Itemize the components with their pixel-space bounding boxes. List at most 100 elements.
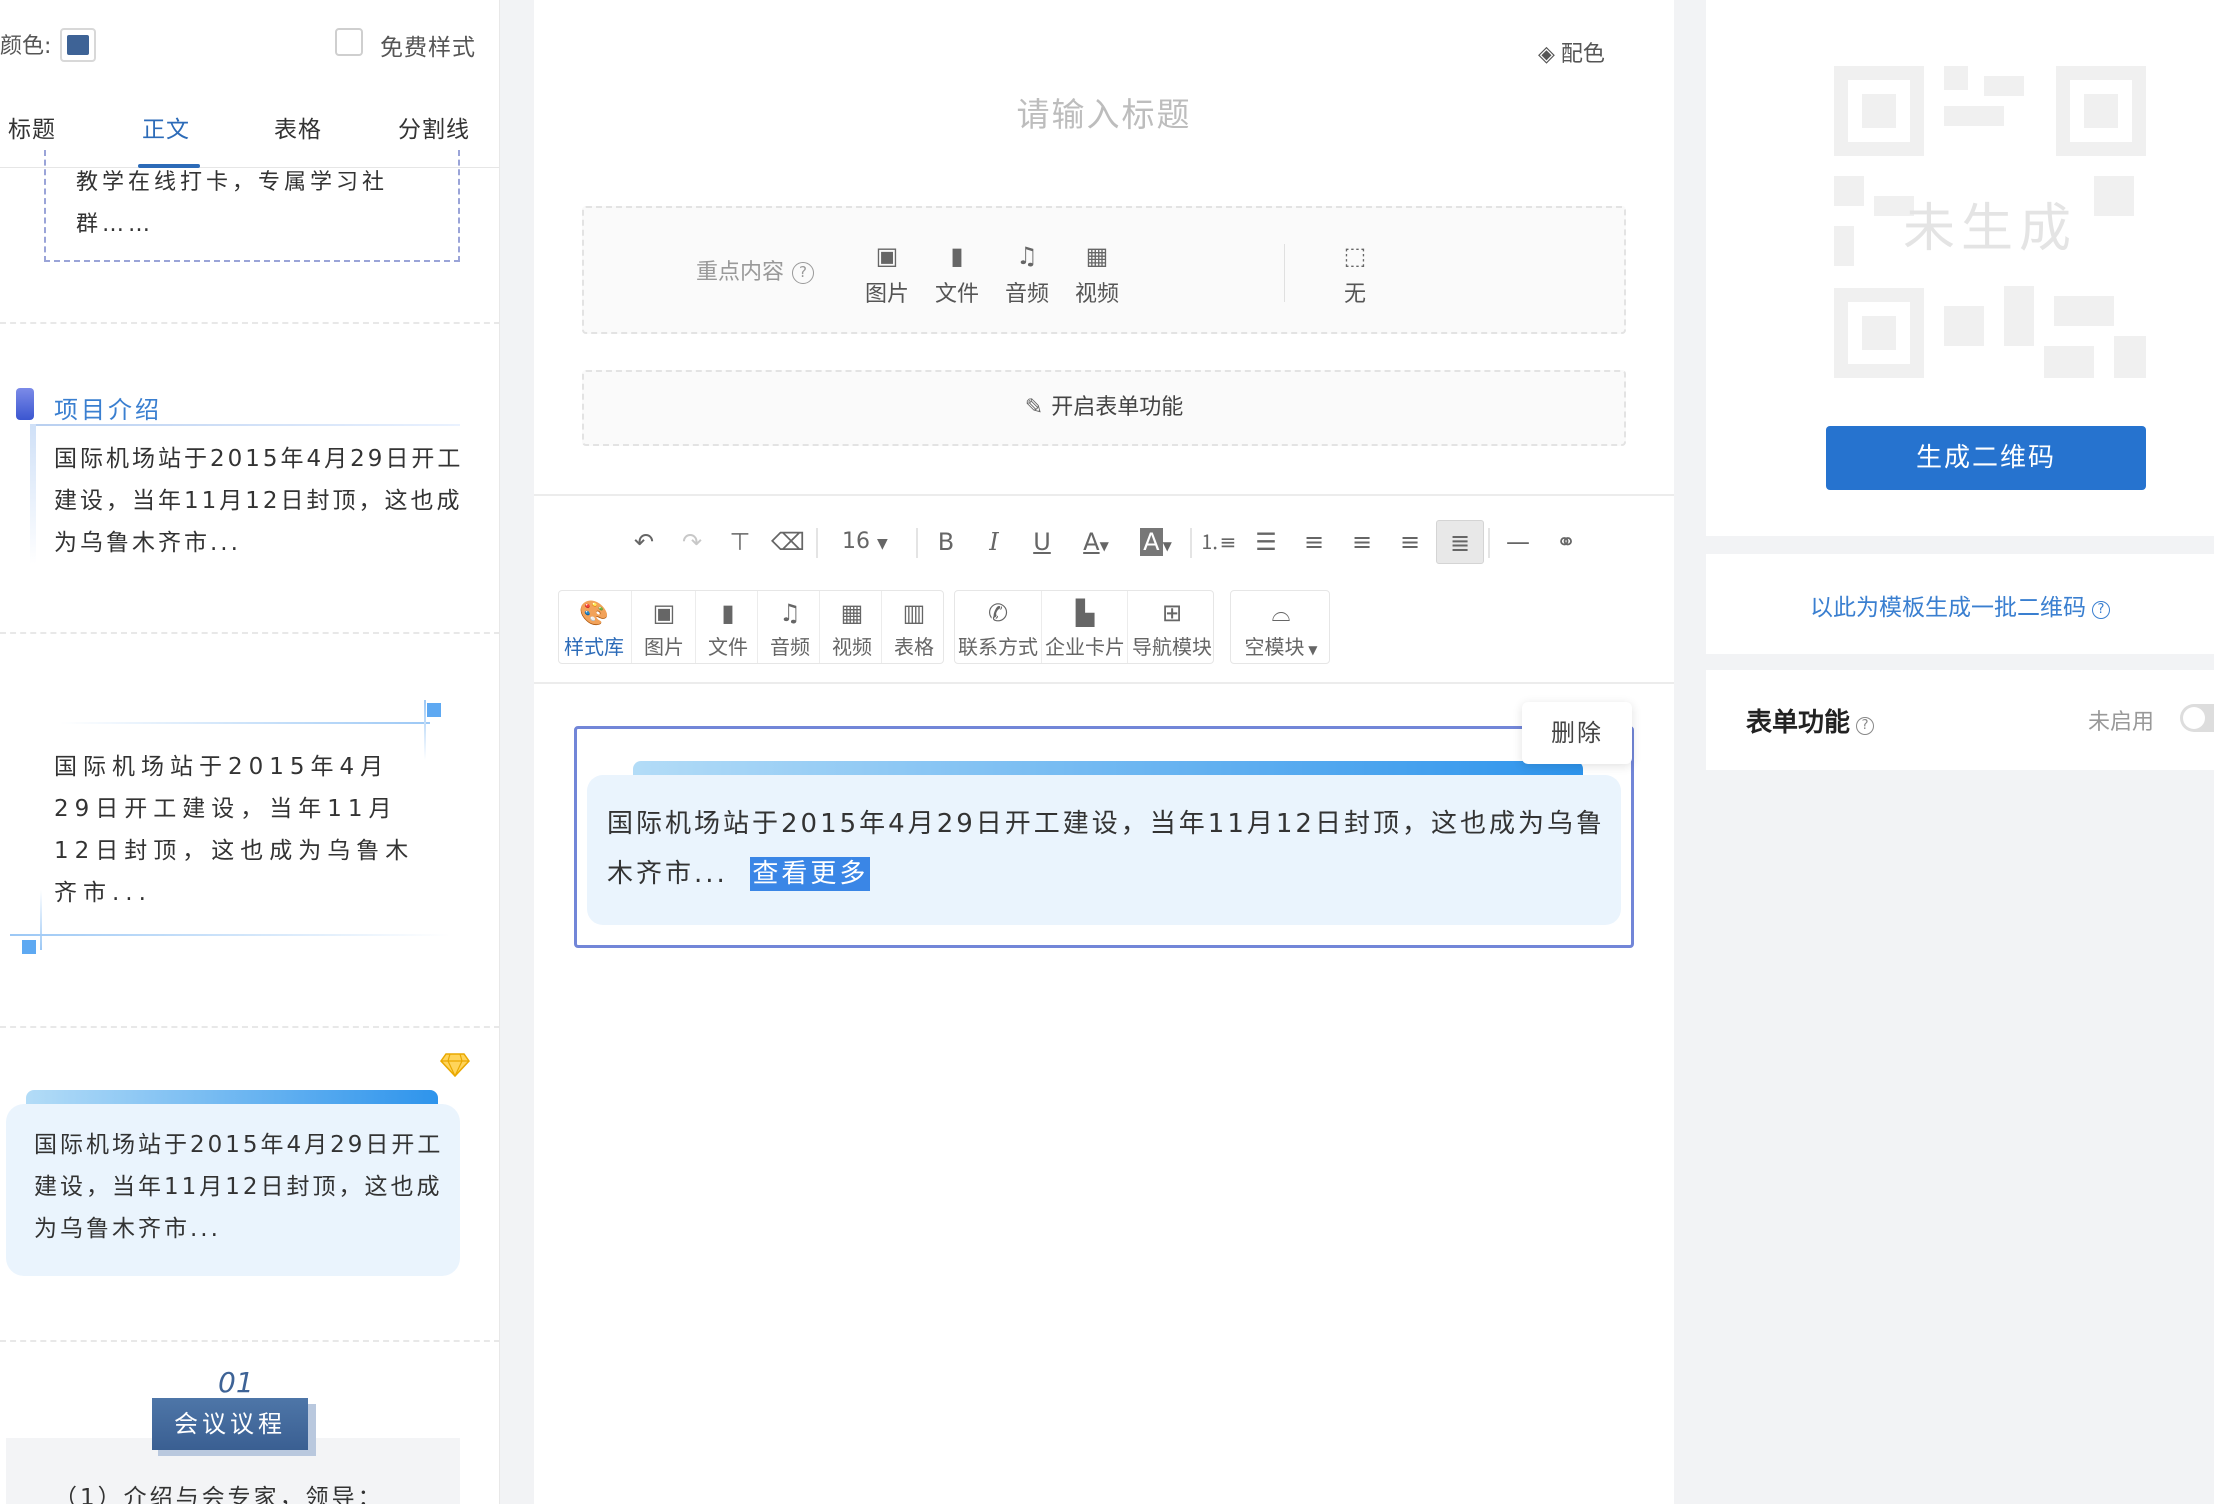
module-business-card[interactable]: ▙ 企业卡片 xyxy=(1043,591,1127,663)
table-icon: ▥ xyxy=(902,599,926,627)
batch-card: 以此为模板生成一批二维码? xyxy=(1706,554,2214,654)
color-swatch xyxy=(67,35,89,55)
highlight-color-icon[interactable]: A ▼ xyxy=(1128,520,1184,564)
free-style-label[interactable]: 免费样式 xyxy=(380,28,476,62)
batch-generate-link[interactable]: 以此为模板生成一批二维码? xyxy=(1706,588,2214,622)
undo-icon[interactable]: ↶ xyxy=(622,520,666,564)
key-audio-button[interactable]: ♫ 音频 xyxy=(992,242,1062,308)
help-icon[interactable]: ? xyxy=(2092,601,2110,619)
color-picker[interactable] xyxy=(60,28,96,62)
delete-button[interactable]: 删除 xyxy=(1522,702,1632,764)
module-style-library[interactable]: 🎨 样式库 xyxy=(559,591,629,663)
align-right-icon[interactable]: ≡ xyxy=(1388,520,1432,564)
card-divider xyxy=(0,632,499,634)
block-text[interactable]: 国际机场站于2015年4月29日开工建设，当年11月12日封顶，这也成为乌鲁木齐… xyxy=(607,799,1607,899)
enable-form-button[interactable]: ✎ 开启表单功能 xyxy=(582,370,1626,446)
video-icon: ▦ xyxy=(840,599,864,627)
title-input[interactable]: 请输入标题 xyxy=(534,88,1674,136)
module-table[interactable]: ▥ 表格 xyxy=(883,591,945,663)
style-library-panel: 颜色: 免费样式 标题 正文 表格 分割线 教学在线打卡，专属学习社群…… 项目… xyxy=(0,0,500,1504)
decor-square xyxy=(427,703,441,717)
tab-body[interactable]: 正文 xyxy=(142,110,190,144)
tab-table[interactable]: 表格 xyxy=(274,110,322,144)
image-icon: ▣ xyxy=(875,242,899,270)
style-card-text: 国际机场站于2015年4月29日开工建设，当年11月12日封顶，这也成为乌鲁木齐… xyxy=(34,1132,444,1242)
decor-line xyxy=(30,424,36,564)
editor-panel: ◈ 配色 请输入标题 重点内容? ▣ 图片 ▮ 文件 ♫ 音频 ▦ 视频 ⬚ 无 ✎ 开启表单… xyxy=(534,0,1674,1504)
grid-icon: ⊞ xyxy=(1161,599,1183,627)
qrcode-placeholder xyxy=(1834,66,2146,378)
align-center-icon[interactable]: ≡ xyxy=(1340,520,1384,564)
free-style-checkbox[interactable] xyxy=(335,28,363,56)
decor-bar xyxy=(633,761,1583,775)
section-number: 01 xyxy=(218,1366,254,1399)
bold-icon[interactable]: B xyxy=(924,520,968,564)
tab-divider[interactable]: 分割线 xyxy=(398,110,470,144)
module-contact[interactable]: ✆ 联系方式 xyxy=(955,591,1041,663)
help-icon[interactable]: ? xyxy=(1856,717,1875,735)
color-label: 颜色: xyxy=(0,34,52,59)
underline-icon[interactable]: U xyxy=(1020,520,1064,564)
module-group-basic: 🎨 样式库 ▣ 图片 ▮ 文件 ♫ 音频 ▦ 视频 ▥ 表格 xyxy=(558,590,944,664)
paint-bucket-icon: ◈ xyxy=(1538,42,1555,67)
align-left-icon[interactable]: ≡ xyxy=(1292,520,1336,564)
font-size-select[interactable]: 16 ▼ xyxy=(830,520,910,564)
font-color-icon[interactable]: A▼ xyxy=(1068,520,1124,564)
module-file[interactable]: ▮ 文件 xyxy=(697,591,759,663)
file-icon: ▮ xyxy=(950,242,964,270)
music-note-icon: ♫ xyxy=(779,599,801,627)
toggle-knob xyxy=(2183,707,2205,729)
decor-line xyxy=(424,700,426,760)
ordered-list-icon[interactable]: ⒈≡ xyxy=(1196,520,1240,564)
key-content-box: 重点内容? ▣ 图片 ▮ 文件 ♫ 音频 ▦ 视频 ⬚ 无 xyxy=(582,206,1626,334)
module-video[interactable]: ▦ 视频 xyxy=(821,591,883,663)
unordered-list-icon[interactable]: ☰ xyxy=(1244,520,1288,564)
premium-diamond-icon xyxy=(440,1053,470,1078)
divider xyxy=(916,528,918,558)
qrcode-card: 未生成 生成二维码 xyxy=(1706,0,2214,536)
module-image[interactable]: ▣ 图片 xyxy=(633,591,695,663)
view-more-link[interactable]: 查看更多 xyxy=(750,857,871,891)
generate-qrcode-button[interactable]: 生成二维码 xyxy=(1826,426,2146,490)
title-tag-icon xyxy=(16,388,34,420)
tab-heading[interactable]: 标题 xyxy=(8,110,56,144)
divider xyxy=(534,494,1674,496)
clear-format-icon[interactable]: ⌫ xyxy=(766,520,810,564)
chevron-down-icon: ▼ xyxy=(1304,643,1318,657)
key-file-button[interactable]: ▮ 文件 xyxy=(922,242,992,308)
key-content-label: 重点内容? xyxy=(696,254,815,286)
style-card-1[interactable]: 教学在线打卡，专属学习社群…… xyxy=(44,150,460,262)
palette-button[interactable]: ◈ 配色 xyxy=(1538,36,1605,68)
module-audio[interactable]: ♫ 音频 xyxy=(759,591,821,663)
decor-square xyxy=(22,940,36,954)
module-group-business: ✆ 联系方式 ▙ 企业卡片 ⊞ 导航模块 xyxy=(954,590,1214,664)
help-icon[interactable]: ? xyxy=(792,262,815,284)
key-none-button[interactable]: ⬚ 无 xyxy=(1320,242,1390,308)
style-card-text: 国际机场站于2015年4月29日开工建设，当年11月12日封顶，这也成为乌鲁木齐… xyxy=(54,446,464,556)
divider xyxy=(1284,244,1285,302)
align-justify-icon[interactable]: ≣ xyxy=(1436,520,1484,564)
form-status: 未启用 xyxy=(2088,710,2155,735)
format-painter-icon[interactable]: ⊤ xyxy=(718,520,762,564)
link-icon[interactable]: ⚭ xyxy=(1544,520,1588,564)
module-group-empty: ⌓ 空模块 ▼ xyxy=(1230,590,1330,664)
card-divider xyxy=(0,322,499,324)
module-toolbar: 🎨 样式库 ▣ 图片 ▮ 文件 ♫ 音频 ▦ 视频 ▥ 表格 ✆ 联系方式 ▙ 企业卡片 ⊞ 导航… xyxy=(558,590,1638,664)
section-badge: 会议议程 xyxy=(152,1398,308,1450)
horizontal-rule-icon[interactable]: — xyxy=(1496,520,1540,564)
module-empty[interactable]: ⌓ 空模块 ▼ xyxy=(1231,591,1331,663)
form-toggle[interactable] xyxy=(2180,704,2214,732)
redo-icon[interactable]: ↷ xyxy=(670,520,714,564)
italic-icon[interactable]: I xyxy=(972,520,1016,564)
style-card-text: 国际机场站于2015年4月29日开工建设，当年11月12日封顶，这也成为乌鲁木齐… xyxy=(54,754,415,906)
module-navigation[interactable]: ⊞ 导航模块 xyxy=(1129,591,1215,663)
selected-content-block[interactable]: 国际机场站于2015年4月29日开工建设，当年11月12日封顶，这也成为乌鲁木齐… xyxy=(574,726,1634,948)
divider xyxy=(1488,528,1490,558)
building-icon: ▙ xyxy=(1075,599,1095,627)
form-function-label: 表单功能? xyxy=(1746,702,1875,739)
palette-icon: 🎨 xyxy=(579,599,609,627)
form-function-card: 表单功能? 未启用 xyxy=(1706,670,2214,770)
key-image-button[interactable]: ▣ 图片 xyxy=(852,242,922,308)
divider xyxy=(1190,528,1192,558)
key-video-button[interactable]: ▦ 视频 xyxy=(1062,242,1132,308)
